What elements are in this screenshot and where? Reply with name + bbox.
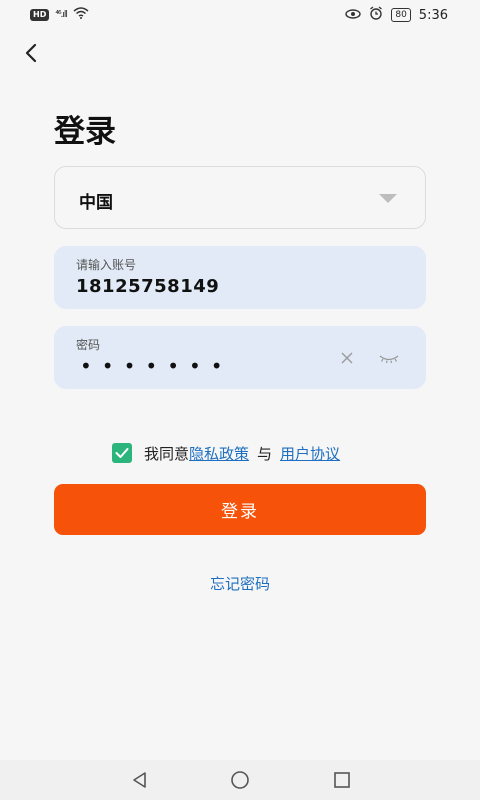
agreement-conjunction: 与 [257,444,273,463]
nav-back-button[interactable] [130,770,150,790]
toggle-password-visibility-button[interactable] [378,351,400,365]
clear-password-button[interactable] [339,350,355,366]
account-input[interactable]: 18125758149 [76,276,219,297]
eye-status-icon [345,8,362,23]
account-field[interactable]: 请输入账号 18125758149 [54,246,426,309]
privacy-policy-link[interactable]: 隐私政策 [189,443,249,464]
status-bar-right: 80 5:36 [345,6,448,24]
back-button[interactable] [16,38,46,68]
hd-badge: HD [30,9,50,21]
status-bar-left: HD ⁴⁶.ıll [30,7,89,23]
wifi-icon [73,7,89,23]
agreement-checkbox[interactable] [112,443,132,463]
status-bar: HD ⁴⁶.ıll 80 5:36 [0,0,480,30]
battery-indicator: 80 [391,8,411,22]
eye-closed-icon [379,355,399,364]
alarm-icon [369,6,383,24]
circle-home-icon [231,771,249,789]
agreement-prefix: 我同意 [144,444,190,463]
nav-home-button[interactable] [230,770,250,790]
login-button[interactable]: 登录 [54,484,426,535]
nav-recents-button[interactable] [332,770,352,790]
system-nav-bar [0,760,480,800]
close-icon [341,352,353,364]
signal-icon: ⁴⁶.ıll [55,10,68,20]
check-icon [115,448,129,458]
password-field-label: 密码 [76,338,101,352]
user-agreement-link[interactable]: 用户协议 [280,443,340,464]
forgot-password-link[interactable]: 忘记密码 [0,573,480,594]
back-arrow-icon [25,43,37,63]
account-field-label: 请输入账号 [76,258,137,272]
triangle-back-icon [133,772,146,788]
region-select-value: 中国 [79,193,113,213]
chevron-down-icon [379,194,397,203]
password-field[interactable]: 密码 ••••••• [54,326,426,389]
square-recents-icon [334,772,350,788]
agreement-row: 我同意 隐私政策 与 用户协议 [112,442,340,464]
region-select[interactable]: 中国 [54,166,426,229]
password-input[interactable]: ••••••• [80,356,233,376]
clock: 5:36 [418,7,448,23]
page-title: 登录 [54,114,116,150]
